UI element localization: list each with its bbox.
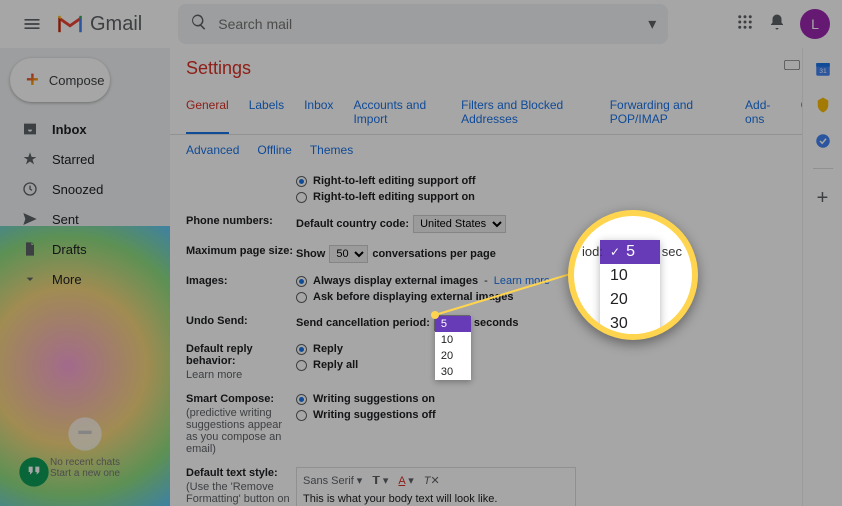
subtab-advanced[interactable]: Advanced — [186, 143, 239, 157]
tab-forwarding[interactable]: Forwarding and POP/IMAP — [610, 98, 725, 134]
tab-addons[interactable]: Add-ons — [745, 98, 781, 134]
input-tools-icon[interactable] — [784, 58, 800, 79]
reply-behavior-label: Default reply behavior:Learn more — [186, 343, 296, 381]
hangouts-placeholder-icon — [65, 414, 105, 454]
search-options-caret[interactable]: ▾ — [648, 14, 656, 34]
images-learn-more-link[interactable]: Learn more — [494, 275, 550, 287]
smart-compose-label: Smart Compose:(predictive writing sugges… — [186, 393, 296, 455]
calendar-addon-icon[interactable]: 31 — [814, 60, 832, 78]
sidebar-item-drafts[interactable]: Drafts — [0, 234, 170, 264]
font-family-select[interactable]: Sans Serif ▾ — [303, 474, 362, 487]
undo-option-5[interactable]: 5 — [435, 316, 471, 332]
font-color-select[interactable]: A ▾ — [398, 474, 413, 487]
tasks-addon-icon[interactable] — [814, 132, 832, 150]
apps-grid-icon[interactable] — [736, 13, 754, 36]
plus-icon: + — [26, 67, 39, 93]
reply-learn-more-link[interactable]: Learn more — [186, 369, 296, 381]
search-input[interactable] — [218, 16, 648, 32]
reply-all-radio[interactable] — [296, 360, 307, 371]
sidebar-item-inbox[interactable]: Inbox — [0, 114, 170, 144]
search-bar[interactable]: ▾ — [178, 4, 668, 44]
mag-option-20[interactable]: 20 — [600, 288, 660, 312]
sidebar-item-sent[interactable]: Sent — [0, 204, 170, 234]
subtab-offline[interactable]: Offline — [257, 143, 291, 157]
tab-accounts[interactable]: Accounts and Import — [353, 98, 441, 134]
country-code-select[interactable]: United States — [413, 215, 506, 233]
get-addons-button[interactable]: + — [817, 187, 829, 210]
tab-filters[interactable]: Filters and Blocked Addresses — [461, 98, 590, 134]
phone-numbers-label: Phone numbers: — [186, 215, 296, 233]
tab-labels[interactable]: Labels — [249, 98, 284, 134]
svg-text:31: 31 — [819, 68, 827, 75]
font-size-select[interactable]: 𝗧 ▾ — [372, 474, 388, 487]
remove-formatting-button[interactable]: T✕ — [424, 474, 440, 487]
tab-inbox[interactable]: Inbox — [304, 98, 333, 134]
smart-off-radio[interactable] — [296, 410, 307, 421]
images-always-radio[interactable] — [296, 276, 307, 287]
account-avatar[interactable]: L — [800, 9, 830, 39]
compose-label: Compose — [49, 73, 105, 88]
text-style-label: Default text style:(Use the 'Remove Form… — [186, 467, 296, 506]
undo-option-10[interactable]: 10 — [435, 332, 471, 348]
tab-general[interactable]: General — [186, 98, 229, 134]
magnifier-callout: iod: sec 5 10 20 30 — [568, 210, 698, 340]
mag-option-30[interactable]: 30 — [600, 312, 660, 336]
search-icon — [190, 13, 208, 36]
gmail-logo[interactable]: Gmail — [56, 13, 142, 36]
undo-period-select[interactable]: 5 10 20 30 — [434, 315, 470, 331]
sidebar-item-more[interactable]: More — [0, 264, 170, 294]
hamburger-menu[interactable] — [12, 4, 52, 44]
reply-single-radio[interactable] — [296, 344, 307, 355]
page-size-label: Maximum page size: — [186, 245, 296, 263]
logo-text: Gmail — [90, 13, 142, 36]
rtl-on-radio[interactable] — [296, 192, 307, 203]
settings-title: Settings — [186, 58, 784, 79]
images-label: Images: — [186, 275, 296, 303]
hangouts-button[interactable] — [18, 456, 50, 488]
keep-addon-icon[interactable] — [814, 96, 832, 114]
undo-option-20[interactable]: 20 — [435, 348, 471, 364]
notifications-icon[interactable] — [768, 13, 786, 36]
undo-option-30[interactable]: 30 — [435, 364, 471, 380]
smart-on-radio[interactable] — [296, 394, 307, 405]
mag-option-10[interactable]: 10 — [600, 264, 660, 288]
sample-text: This is what your body text will look li… — [303, 493, 569, 505]
page-size-select[interactable]: 50 — [329, 245, 368, 263]
sidebar-item-starred[interactable]: Starred — [0, 144, 170, 174]
compose-button[interactable]: + Compose — [10, 58, 110, 102]
rtl-off-radio[interactable] — [296, 176, 307, 187]
undo-send-label: Undo Send: — [186, 315, 296, 331]
sidebar-item-snoozed[interactable]: Snoozed — [0, 174, 170, 204]
mag-option-5[interactable]: 5 — [600, 240, 660, 264]
subtab-themes[interactable]: Themes — [310, 143, 353, 157]
images-ask-radio[interactable] — [296, 292, 307, 303]
